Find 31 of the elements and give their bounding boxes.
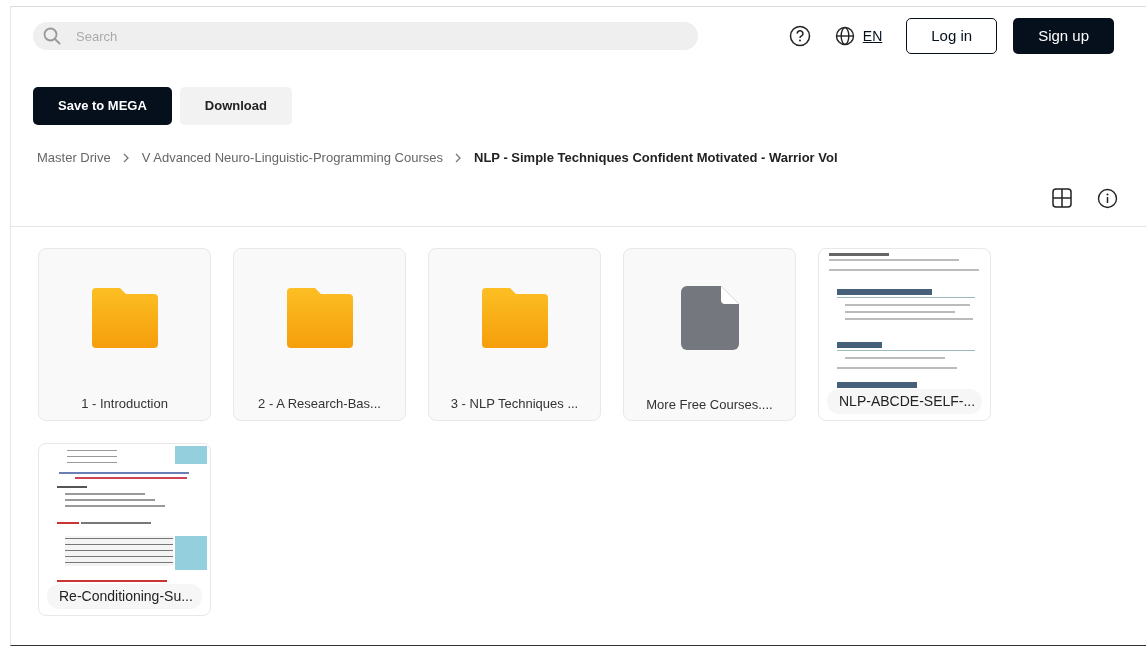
file-card[interactable]: NLP-ABCDE-SELF-... [818, 247, 991, 421]
folder-icon [481, 287, 548, 348]
file-name: More Free Courses.... [646, 395, 773, 414]
file-card[interactable]: More Free Courses.... [623, 247, 796, 421]
download-button[interactable]: Download [179, 87, 292, 125]
file-name: NLP-ABCDE-SELF-... [827, 388, 982, 414]
save-button[interactable]: Save to MEGA [33, 87, 172, 125]
help-icon[interactable] [788, 25, 811, 47]
grid-view-icon[interactable] [1051, 187, 1073, 209]
file-card[interactable]: Re-Conditioning-Su... [38, 442, 211, 616]
file-name: Re-Conditioning-Su... [47, 583, 202, 609]
folder-icon [286, 287, 353, 348]
folder-card[interactable]: 2 - A Research-Bas... [233, 247, 406, 421]
breadcrumb-link[interactable]: V Advanced Neuro-Linguistic-Programming Courses [141, 147, 443, 168]
search-field[interactable]: Search [33, 22, 698, 50]
folder-card[interactable]: 1 - Introduction [38, 247, 211, 421]
folder-name: 3 - NLP Techniques ... [450, 394, 579, 413]
breadcrumb-link[interactable]: Master Drive [37, 147, 111, 168]
breadcrumb-current: NLP - Simple Techniques Confident Motivated - Warrior Vol [474, 148, 838, 167]
globe-icon[interactable] [834, 26, 855, 46]
folder-card[interactable]: 3 - NLP Techniques ... [428, 247, 601, 421]
folder-name: 1 - Introduction [81, 394, 168, 413]
info-icon[interactable] [1097, 187, 1118, 209]
language-link[interactable]: EN [862, 25, 883, 47]
login-button[interactable]: Log in [906, 17, 998, 55]
file-icon [680, 285, 739, 350]
signup-button[interactable]: Sign up [1013, 17, 1114, 55]
folder-icon [91, 287, 158, 348]
chevron-icon [455, 152, 462, 163]
folder-name: 2 - A Research-Bas... [258, 394, 381, 413]
chevron-icon [122, 152, 130, 163]
